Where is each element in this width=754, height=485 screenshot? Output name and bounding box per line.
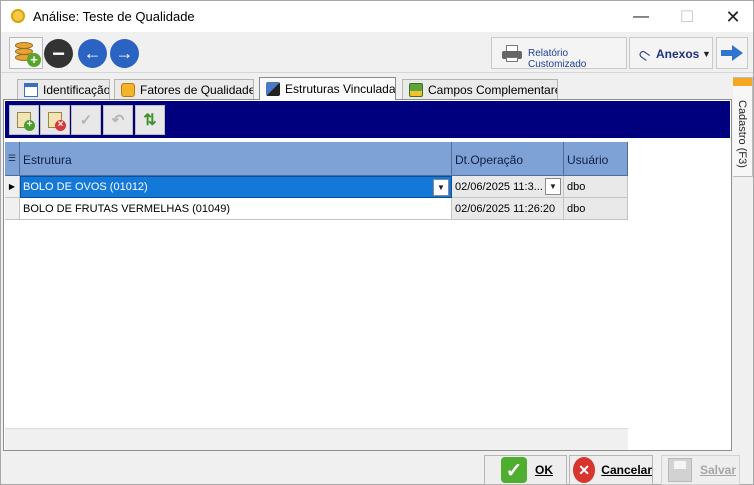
- pencil-icon: [733, 78, 752, 86]
- cell-estrutura-value: BOLO DE OVOS (01012): [23, 181, 148, 193]
- table-row[interactable]: ▶ BOLO DE OVOS (01012) ▼ 02/06/2025 11:3…: [5, 176, 628, 198]
- tab-label: Campos Complementares: [428, 82, 558, 97]
- document-add-icon: +: [17, 112, 35, 131]
- maximize-button[interactable]: ☐: [664, 5, 710, 29]
- tab-identificacao[interactable]: Identificação: [17, 79, 110, 99]
- analysis-window: Análise: Teste de Qualidade — ☐ ✕ + − ← …: [0, 0, 754, 485]
- chevron-down-icon: ▼: [702, 49, 711, 59]
- column-header-usuario[interactable]: Usuário: [564, 142, 628, 176]
- printer-icon: [502, 45, 522, 62]
- chevron-down-icon[interactable]: ▼: [433, 179, 449, 196]
- delete-icon: ×: [55, 120, 66, 131]
- undo-icon: ↶: [111, 112, 125, 129]
- undo-button[interactable]: ↶: [103, 105, 133, 135]
- forward-button[interactable]: [716, 37, 748, 69]
- main-toolbar: + − ← → Relatório Customizado ⊂ Anexos ▼: [1, 32, 753, 73]
- grid-header: ☰ Estrutura Dt.Operação Usuário: [5, 142, 628, 176]
- structure-icon: [266, 82, 280, 96]
- tab-label: Fatores de Qualidade: [140, 82, 254, 97]
- attachments-button[interactable]: ⊂ Anexos ▼: [629, 37, 713, 69]
- document-icon: [24, 82, 38, 97]
- tab-label: Identificação: [43, 82, 110, 97]
- cell-usuario[interactable]: dbo: [564, 176, 628, 198]
- add-row-button[interactable]: +: [9, 105, 39, 135]
- app-icon: [11, 9, 25, 23]
- tab-fatores-de-qualidade[interactable]: Fatores de Qualidade: [114, 79, 254, 99]
- arrow-right-icon: →: [115, 43, 134, 63]
- next-record-button[interactable]: →: [110, 39, 139, 68]
- cancel-label: Cancelar: [601, 463, 652, 477]
- row-indicator-icon: ▶: [5, 176, 20, 198]
- sort-icon: ⇅: [143, 112, 157, 129]
- row-indicator: [5, 198, 20, 220]
- column-header-estrutura[interactable]: Estrutura: [20, 142, 452, 176]
- save-label: Salvar: [700, 463, 737, 477]
- tab-label: Estruturas Vinculadas: [285, 82, 396, 96]
- tab-panel: + × ✓ ↶ ⇅ ☰ Estrutura Dt.Operação Usuári…: [3, 99, 732, 451]
- close-button[interactable]: ✕: [710, 5, 754, 29]
- delete-row-button[interactable]: ×: [40, 105, 70, 135]
- database-add-button[interactable]: +: [9, 37, 43, 69]
- side-tab-label: Cadastro (F3): [736, 100, 748, 168]
- previous-button[interactable]: ←: [78, 39, 107, 68]
- cell-dt-operacao[interactable]: 02/06/2025 11:26:20: [452, 198, 564, 220]
- cancel-icon: ✕: [573, 457, 596, 483]
- document-delete-icon: ×: [48, 112, 66, 131]
- ok-label: OK: [535, 463, 553, 477]
- table-row[interactable]: BOLO DE FRUTAS VERMELHAS (01049) 02/06/2…: [5, 198, 628, 220]
- tab-campos-complementares[interactable]: Campos Complementares: [402, 79, 558, 99]
- chevron-down-icon[interactable]: ▼: [545, 178, 561, 195]
- cell-estrutura[interactable]: BOLO DE FRUTAS VERMELHAS (01049): [20, 198, 452, 220]
- arrow-left-icon: ←: [83, 43, 102, 63]
- cell-usuario[interactable]: dbo: [564, 198, 628, 220]
- fields-icon: [409, 82, 423, 97]
- title-bar: Análise: Teste de Qualidade — ☐ ✕: [1, 1, 753, 32]
- attachments-label: Anexos: [656, 47, 700, 61]
- remove-button[interactable]: −: [44, 39, 73, 68]
- ok-button[interactable]: ✓ OK: [484, 455, 567, 485]
- cell-dt-operacao-value: 02/06/2025 11:3...: [455, 181, 543, 193]
- footer-bar: ✓ OK ✕ Cancelar Salvar: [1, 453, 753, 485]
- side-tab-cadastro[interactable]: Cadastro (F3): [733, 77, 753, 177]
- structures-grid: ☰ Estrutura Dt.Operação Usuário ▶ BOLO D…: [5, 142, 628, 220]
- paperclip-icon: ⊂: [633, 44, 655, 66]
- check-icon: ✓: [501, 457, 527, 483]
- save-icon: [668, 458, 692, 482]
- confirm-button[interactable]: ✓: [71, 105, 101, 135]
- horizontal-scrollbar[interactable]: [5, 428, 628, 450]
- grid-toolbar: + × ✓ ↶ ⇅: [5, 101, 730, 138]
- minimize-button[interactable]: —: [618, 5, 664, 29]
- column-chooser-icon[interactable]: ☰: [5, 142, 20, 176]
- custom-report-button[interactable]: Relatório Customizado: [491, 37, 627, 70]
- custom-report-label: Relatório Customizado: [528, 48, 587, 70]
- arrow-right-icon: [721, 45, 743, 61]
- plus-icon: +: [24, 120, 35, 131]
- column-header-dt-operacao[interactable]: Dt.Operação: [452, 142, 564, 176]
- plus-icon: +: [27, 53, 41, 67]
- sort-button[interactable]: ⇅: [135, 105, 165, 135]
- check-icon: ✓: [79, 112, 93, 129]
- cell-dt-operacao[interactable]: 02/06/2025 11:3... ▼: [452, 176, 564, 198]
- tab-estruturas-vinculadas[interactable]: Estruturas Vinculadas: [259, 77, 396, 100]
- window-title: Análise: Teste de Qualidade: [33, 9, 195, 24]
- minus-circle-icon: −: [52, 40, 65, 66]
- cell-estrutura[interactable]: BOLO DE OVOS (01012) ▼: [20, 176, 452, 198]
- tab-strip: Identificação Fatores de Qualidade Estru…: [1, 77, 731, 100]
- quality-icon: [121, 82, 135, 97]
- save-button[interactable]: Salvar: [661, 455, 740, 485]
- cancel-button[interactable]: ✕ Cancelar: [569, 455, 653, 485]
